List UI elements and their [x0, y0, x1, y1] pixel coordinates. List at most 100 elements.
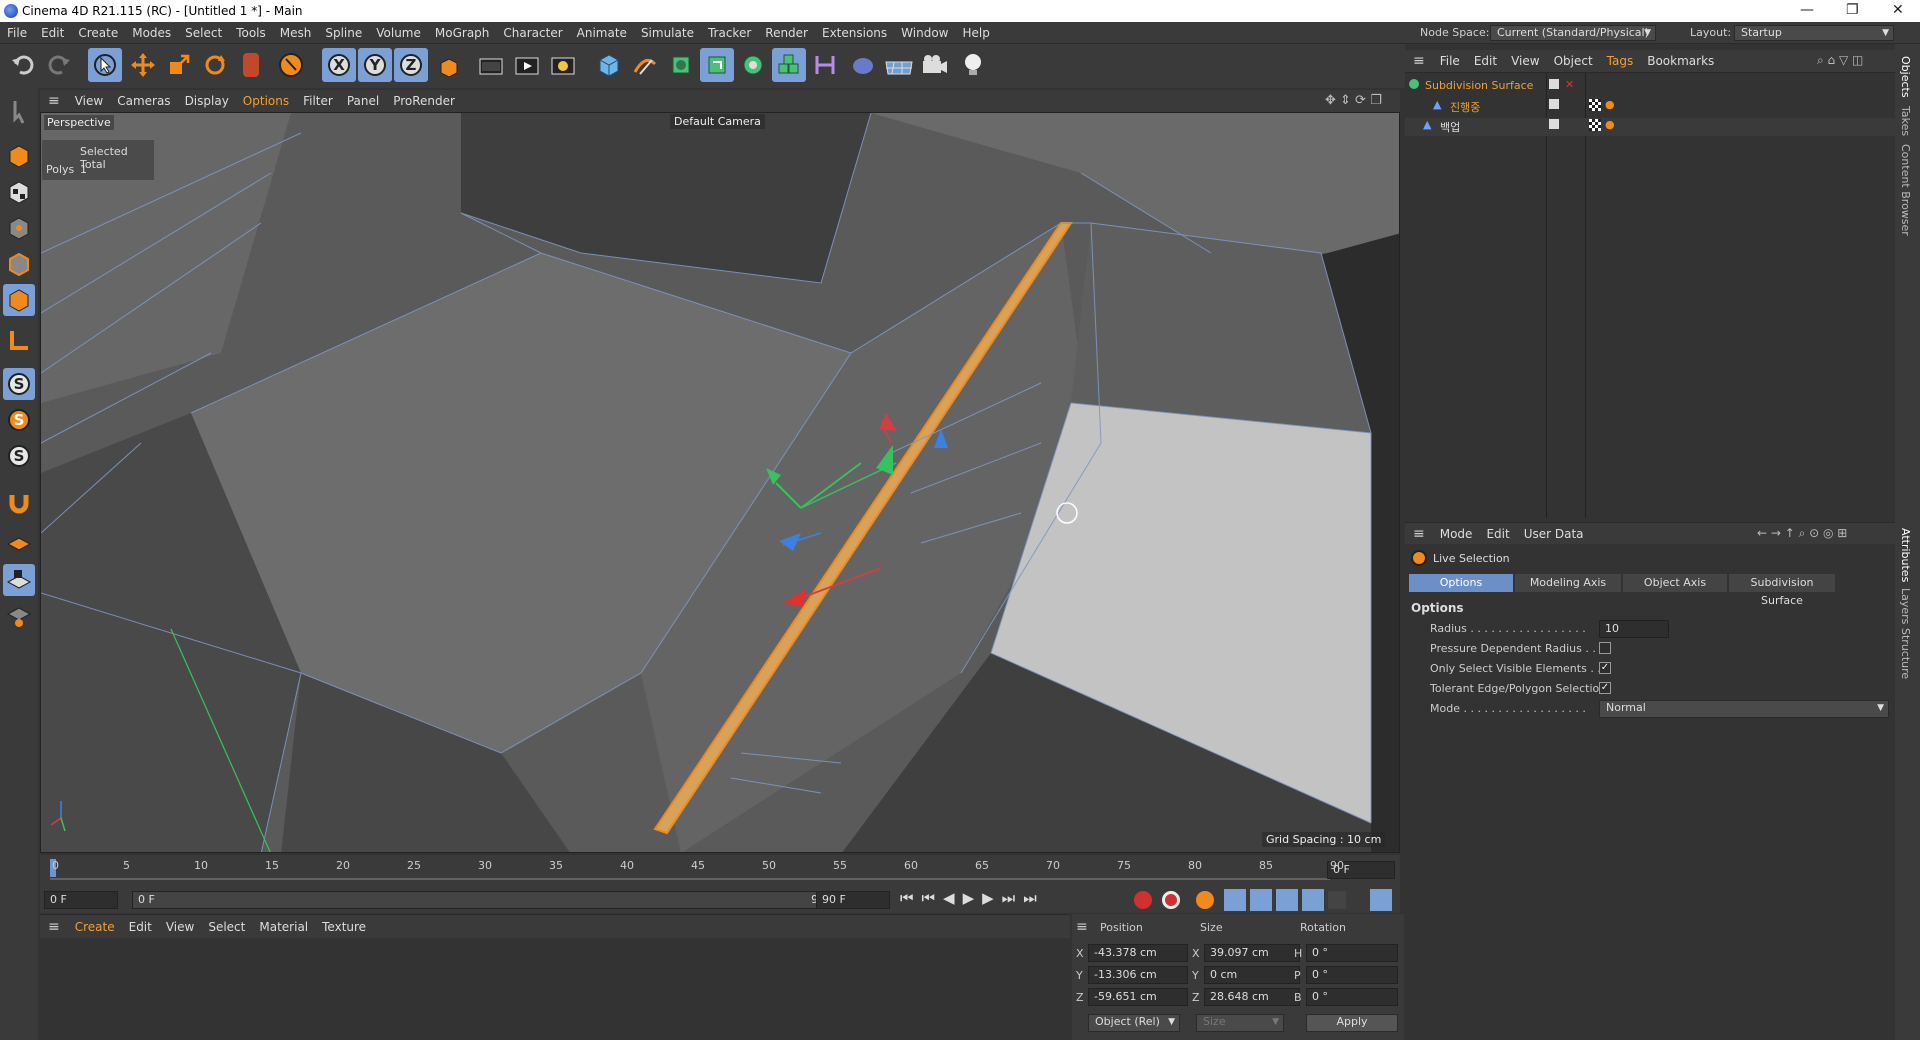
material-tag-icon[interactable] — [1589, 119, 1601, 131]
rot-p-field[interactable]: 0 ° — [1306, 966, 1398, 984]
material-menu-edit[interactable]: Edit — [122, 915, 159, 939]
objects-menu-file[interactable]: File — [1433, 50, 1467, 72]
make-editable-button[interactable] — [3, 96, 35, 128]
key-position-icon[interactable] — [1224, 889, 1246, 911]
next-frame-icon[interactable]: ▶ — [982, 889, 994, 907]
y-axis-lock-button[interactable]: Y — [358, 48, 392, 82]
deformer-button[interactable] — [808, 48, 842, 82]
material-menu-select[interactable]: Select — [201, 915, 252, 939]
x-axis-lock-button[interactable]: X — [322, 48, 356, 82]
viewport-menu-cameras[interactable]: Cameras — [110, 90, 177, 112]
record-icon[interactable] — [1134, 891, 1152, 909]
tab-modeling-axis[interactable]: Modeling Axis — [1515, 574, 1621, 592]
floor-button[interactable] — [882, 48, 916, 82]
hamburger-icon[interactable]: ≡ — [40, 93, 68, 109]
menu-help[interactable]: Help — [956, 22, 997, 44]
visibility-icon[interactable] — [1549, 119, 1559, 129]
viewport-menu-view[interactable]: View — [68, 90, 110, 112]
selection-tag-icon[interactable]: ● — [1605, 98, 1615, 111]
axis-mode-button[interactable] — [3, 324, 35, 356]
pos-z-field[interactable]: -59.651 cm — [1088, 988, 1188, 1006]
nodespace-select[interactable]: Current (Standard/Physical) ▼ — [1490, 25, 1656, 41]
layout-select[interactable]: Startup ▼ — [1734, 25, 1894, 41]
menu-extensions[interactable]: Extensions — [815, 22, 894, 44]
objects-menu-tags[interactable]: Tags — [1600, 50, 1641, 72]
tolerant-selection-checkbox[interactable]: ✓ — [1599, 682, 1611, 694]
goto-end-icon[interactable]: ⏭ — [1023, 889, 1037, 907]
play-icon[interactable]: ▶ — [963, 889, 975, 907]
cloner-button[interactable] — [736, 48, 770, 82]
key-rotation-icon[interactable] — [1276, 889, 1298, 911]
radius-field[interactable]: 10 — [1599, 620, 1669, 638]
viewport-nav-icons[interactable]: ✥ ⇕ ⟳ ❐ — [1325, 93, 1382, 108]
menu-render[interactable]: Render — [758, 22, 815, 44]
rotate-tool-button[interactable] — [198, 48, 232, 82]
viewport-3d[interactable] — [40, 112, 1400, 853]
environment-button[interactable] — [846, 48, 880, 82]
goto-start-icon[interactable]: ⏮ — [900, 889, 914, 907]
prev-frame-icon[interactable]: ◀ — [943, 889, 955, 907]
size-x-field[interactable]: 39.097 cm — [1204, 944, 1300, 962]
viewport-menu-options[interactable]: Options — [236, 90, 296, 112]
viewport-menu-panel[interactable]: Panel — [340, 90, 386, 112]
autokey-icon[interactable] — [1162, 891, 1180, 909]
viewport-perspective-label[interactable]: Perspective — [44, 115, 114, 130]
menu-window[interactable]: Window — [894, 22, 955, 44]
rot-h-field[interactable]: 0 ° — [1306, 944, 1398, 962]
viewport-menu-prorender[interactable]: ProRender — [386, 90, 462, 112]
key-scale-icon[interactable] — [1250, 889, 1272, 911]
material-menu-texture[interactable]: Texture — [315, 915, 373, 939]
tweak-mode-button[interactable] — [3, 486, 35, 518]
viewport-menu-display[interactable]: Display — [178, 90, 236, 112]
menu-tools[interactable]: Tools — [229, 22, 273, 44]
menu-file[interactable]: File — [0, 22, 34, 44]
live-selection-button[interactable] — [88, 48, 122, 82]
size-z-field[interactable]: 28.648 cm — [1204, 988, 1300, 1006]
coordinate-system-button[interactable] — [432, 48, 466, 82]
side-tab-takes[interactable]: Takes — [1899, 106, 1912, 136]
visibility-icon[interactable] — [1549, 99, 1559, 109]
workplane-button[interactable] — [3, 528, 35, 560]
default-camera-label[interactable]: Default Camera — [670, 114, 765, 129]
selection-tag-icon[interactable]: ● — [1605, 118, 1615, 131]
recent-tools-button[interactable] — [274, 48, 308, 82]
menu-mograph[interactable]: MoGraph — [428, 22, 497, 44]
key-parameter-icon[interactable] — [1302, 889, 1324, 911]
camera-button[interactable] — [918, 48, 952, 82]
hamburger-icon[interactable]: ≡ — [40, 919, 68, 935]
menu-tracker[interactable]: Tracker — [701, 22, 758, 44]
rot-b-field[interactable]: 0 ° — [1306, 988, 1398, 1006]
side-tab-structure[interactable]: Structure — [1899, 628, 1912, 679]
visibility-icon[interactable] — [1549, 79, 1559, 89]
visible-elements-checkbox[interactable]: ✓ — [1599, 662, 1611, 674]
texture-mode-button[interactable] — [3, 176, 35, 208]
menu-spline[interactable]: Spline — [318, 22, 369, 44]
planar-workplane-button[interactable] — [3, 600, 35, 632]
tab-object-axis[interactable]: Object Axis — [1623, 574, 1727, 592]
frame-range-slider[interactable]: 0 F 90 F — [132, 891, 842, 909]
hamburger-icon[interactable]: ≡ — [1076, 919, 1088, 935]
objects-search-filter-icons[interactable]: ⌕ ⌂ ▽ ◫ — [1817, 53, 1863, 68]
cube-primitive-button[interactable] — [592, 48, 626, 82]
size-y-field[interactable]: 0 cm — [1204, 966, 1300, 984]
mograph-button[interactable] — [772, 48, 806, 82]
tab-options[interactable]: Options — [1409, 574, 1513, 592]
apply-button[interactable]: Apply — [1306, 1014, 1398, 1032]
locked-workplane-button[interactable] — [3, 564, 35, 596]
viewport-menu-filter[interactable]: Filter — [296, 90, 340, 112]
menu-character[interactable]: Character — [496, 22, 569, 44]
snap-settings-button[interactable]: S — [3, 404, 35, 436]
start-frame-field[interactable]: 0 F — [44, 891, 118, 909]
side-tab-layers[interactable]: Layers — [1899, 588, 1912, 624]
menu-modes[interactable]: Modes — [125, 22, 178, 44]
snap-button[interactable]: S — [3, 368, 35, 400]
menu-edit[interactable]: Edit — [34, 22, 71, 44]
menu-create[interactable]: Create — [71, 22, 125, 44]
end-frame-field[interactable]: 90 F — [816, 891, 890, 909]
side-tab-objects[interactable]: Objects — [1899, 56, 1912, 98]
undo-button[interactable] — [6, 48, 40, 82]
coord-mode-select[interactable]: Object (Rel) ▼ — [1088, 1014, 1180, 1032]
disabled-x-icon[interactable]: ✕ — [1565, 78, 1574, 91]
psr-tool-button[interactable] — [234, 48, 268, 82]
menu-animate[interactable]: Animate — [570, 22, 634, 44]
